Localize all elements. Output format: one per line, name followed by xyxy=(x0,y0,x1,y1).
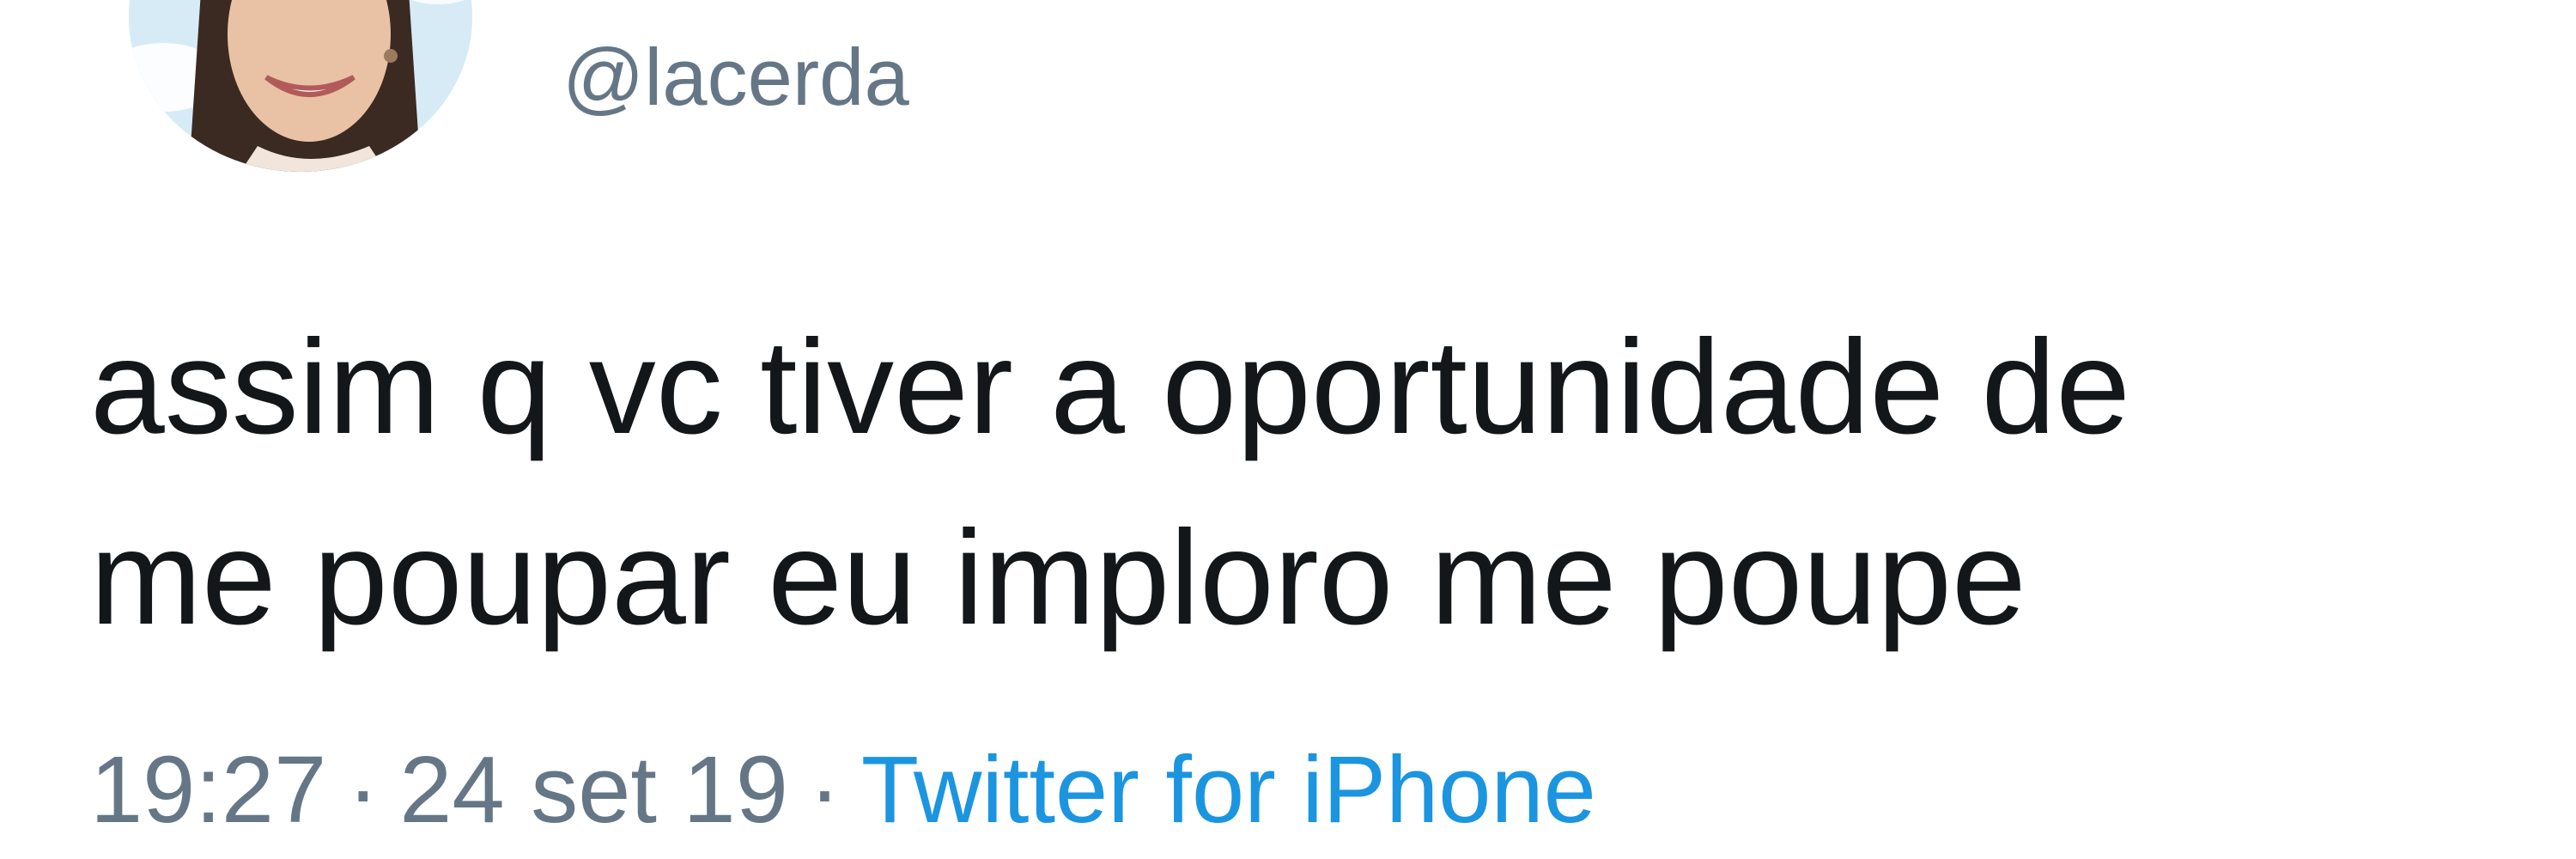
tweet-text: assim q vc tiver a oportunidade de me po… xyxy=(90,292,2546,673)
avatar[interactable] xyxy=(129,0,472,172)
tweet-text-line: me poupar eu imploro me poupe xyxy=(90,503,2026,653)
tweet: @lacerda assim q vc tiver a oportunidade… xyxy=(0,0,2576,859)
tweet-date[interactable]: 24 set 19 xyxy=(399,737,788,843)
meta-separator: · xyxy=(347,737,380,843)
tweet-meta: 19:27 · 24 set 19 · Twitter for iPhone xyxy=(90,734,1596,846)
tweet-time[interactable]: 19:27 xyxy=(90,737,326,843)
tweet-text-line: assim q vc tiver a oportunidade de xyxy=(90,313,2130,462)
user-handle[interactable]: @lacerda xyxy=(562,26,909,129)
avatar-image xyxy=(129,0,472,172)
tweet-source-link[interactable]: Twitter for iPhone xyxy=(861,737,1596,843)
meta-separator: · xyxy=(809,737,841,843)
